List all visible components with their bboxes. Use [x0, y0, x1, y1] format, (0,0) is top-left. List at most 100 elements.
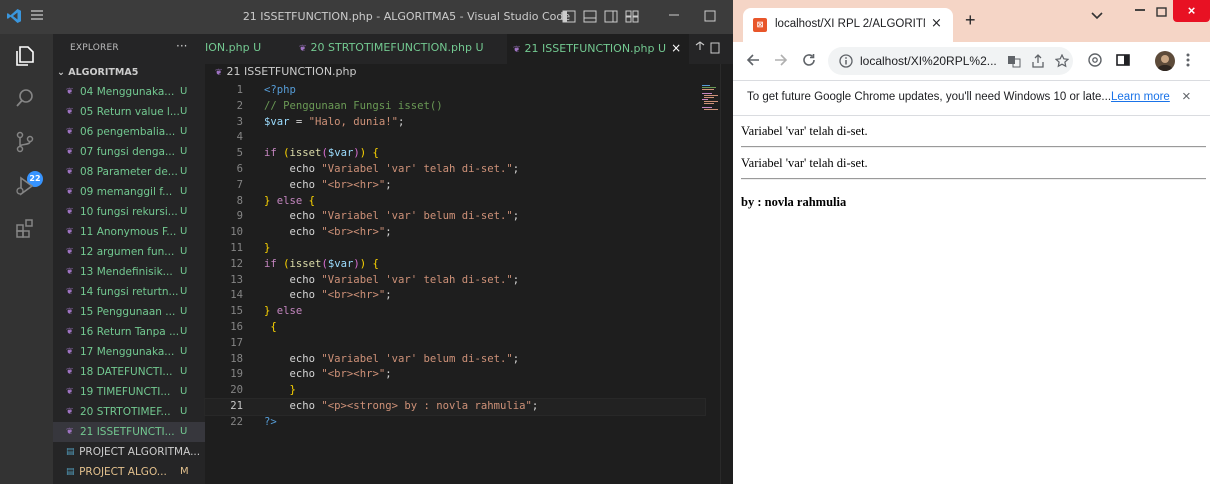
code-line: 5 if (isset($var)) {: [236, 147, 379, 160]
xampp-favicon-icon: ⊠: [753, 18, 767, 32]
php-file-icon: ❦: [215, 68, 223, 78]
code-line: 15} else: [230, 305, 303, 318]
maximize-icon[interactable]: [1156, 7, 1167, 17]
maximize-icon[interactable]: [704, 10, 716, 22]
code-line: 1 <?php: [236, 84, 296, 96]
chrome-window: ⊠ localhost/XI RPL 2/ALGORITMA5 × + × lo…: [733, 0, 1210, 484]
editor-scrollbar[interactable]: [720, 64, 733, 484]
address-bar[interactable]: localhost/XI%20RPL%2...: [828, 47, 1073, 75]
file-item[interactable]: ❦ 18 DATEFUNCTI... U: [53, 362, 205, 382]
explorer-header: EXPLORER: [70, 43, 119, 53]
file-item[interactable]: ❦ 09 memanggil f... U: [53, 182, 205, 202]
tab-19[interactable]: ION.php U: [199, 34, 287, 64]
explorer-icon[interactable]: [13, 44, 39, 70]
source-control-icon[interactable]: [13, 130, 39, 156]
file-item[interactable]: ❦ 06 pengembalia... U: [53, 122, 205, 142]
output-line: Variabel 'var' telah di-set.: [741, 124, 868, 138]
new-tab-button[interactable]: +: [965, 10, 976, 31]
share-icon[interactable]: [1031, 54, 1045, 68]
search-icon[interactable]: [13, 86, 39, 112]
profile-avatar[interactable]: [1155, 51, 1175, 71]
code-line: 12 if (isset($var)) {: [230, 257, 379, 270]
toggle-primary-sidebar-icon[interactable]: [562, 10, 576, 23]
workspace-folder[interactable]: ⌄ ALGORITMA5: [57, 67, 138, 78]
php-file-icon: ❦: [66, 187, 74, 197]
toggle-panel-icon[interactable]: [583, 10, 597, 23]
file-item[interactable]: ❦ 16 Return Tanpa ... U: [53, 322, 205, 342]
run-debug-icon[interactable]: [13, 174, 39, 200]
code-line: 17: [230, 336, 243, 349]
php-file-icon: ❦: [66, 307, 74, 317]
file-item[interactable]: ❦ 20 STRTOTIMEF... U: [53, 402, 205, 422]
code-line: 19 echo "<br><hr>";: [230, 368, 392, 381]
chrome-toolbar: localhost/XI%20RPL%2...: [733, 42, 1210, 80]
file-item[interactable]: ❦ 13 Mendefinisik... U: [53, 262, 205, 282]
minimize-icon[interactable]: [1134, 4, 1146, 14]
browser-tab[interactable]: ⊠ localhost/XI RPL 2/ALGORITMA5 ×: [743, 8, 953, 42]
close-tab-icon[interactable]: ×: [931, 16, 942, 31]
code-line: 6 echo "Variabel 'var' telah di-set.";: [236, 162, 520, 175]
tab-20[interactable]: ❦ 20 STRTOTIMEFUNCTION.php U: [293, 34, 505, 64]
file-item[interactable]: ❦ 19 TIMEFUNCTI... U: [53, 382, 205, 402]
code-line: 9 echo "Variabel 'var' belum di-set.";: [236, 210, 520, 223]
side-panel-icon[interactable]: [1115, 52, 1131, 68]
forward-arrow-icon[interactable]: [773, 52, 789, 68]
php-file-icon: ❦: [299, 44, 307, 54]
php-file-icon: ❦: [66, 267, 74, 277]
minimize-icon[interactable]: [668, 8, 680, 20]
code-line: 20 }: [230, 384, 296, 397]
site-info-icon[interactable]: [839, 54, 853, 68]
minimap[interactable]: [702, 83, 720, 123]
explorer-sidebar: EXPLORER ··· ⌄ ALGORITMA5 ❦ 04 Menggunaka…: [53, 34, 205, 484]
file-item[interactable]: ❦ 04 Menggunaka... U: [53, 82, 205, 102]
file-item[interactable]: ❦ 05 Return value l... U: [53, 102, 205, 122]
kebab-menu-icon[interactable]: [1185, 52, 1191, 68]
learn-more-link[interactable]: Learn more: [1111, 91, 1170, 103]
project-item[interactable]: ▤ PROJECT ALGO... M: [53, 462, 205, 482]
file-item-active[interactable]: ❦ 21 ISSETFUNCTI... U: [53, 422, 205, 442]
file-item[interactable]: ❦ 17 Menggunaka... U: [53, 342, 205, 362]
customize-layout-icon[interactable]: [625, 10, 639, 23]
reload-icon[interactable]: [801, 52, 817, 68]
translate-icon[interactable]: [1007, 54, 1021, 68]
file-item[interactable]: ❦ 07 fungsi denga... U: [53, 142, 205, 162]
back-arrow-icon[interactable]: [745, 52, 761, 68]
php-file-icon: ❦: [66, 407, 74, 417]
activity-bar: 22: [0, 34, 53, 484]
file-item[interactable]: ❦ 10 fungsi rekursi... U: [53, 202, 205, 222]
bookmark-star-icon[interactable]: [1055, 54, 1069, 68]
php-file-icon: ❦: [66, 147, 74, 157]
project-item[interactable]: ▤ PROJECT ALGORITMA...: [53, 442, 205, 462]
file-item[interactable]: ❦ 08 Parameter de... U: [53, 162, 205, 182]
php-file-icon: ❦: [66, 167, 74, 177]
update-infobar: To get future Google Chrome updates, you…: [733, 80, 1210, 116]
editor-tabs: ION.php U ❦ 20 STRTOTIMEFUNCTION.php U ❦ 2…: [205, 34, 733, 64]
infobar-close-icon[interactable]: ×: [1182, 88, 1191, 105]
tab-21-active[interactable]: ❦ 21 ISSETFUNCTION.php U ×: [507, 34, 689, 64]
close-tab-icon[interactable]: ×: [671, 41, 681, 55]
split-editor-icon[interactable]: [694, 41, 720, 55]
file-item[interactable]: ❦ 14 fungsi returtn... U: [53, 282, 205, 302]
extensions-puzzle-icon[interactable]: [1087, 52, 1103, 68]
php-file-icon: ❦: [66, 287, 74, 297]
code-line: 16 {: [230, 320, 277, 333]
code-line: 3 $var = "Halo, dunia!";: [236, 115, 405, 128]
toggle-secondary-sidebar-icon[interactable]: [604, 10, 618, 23]
code-line: 13 echo "Variabel 'var' telah di-set.";: [230, 273, 520, 286]
tab-search-chevron-icon[interactable]: [1091, 12, 1103, 20]
file-item[interactable]: ❦ 15 Penggunaan ... U: [53, 302, 205, 322]
vscode-titlebar: 21 ISSETFUNCTION.php - ALGORITMA5 - Visu…: [0, 0, 733, 34]
page-content: Variabel 'var' telah di-set. Variabel 'v…: [733, 117, 1210, 484]
output-line: Variabel 'var' telah di-set.: [741, 156, 868, 170]
explorer-more-actions[interactable]: ···: [176, 39, 187, 53]
code-line: 18 echo "Variabel 'var' belum di-set.";: [230, 352, 520, 365]
infobar-message: To get future Google Chrome updates, you…: [747, 91, 1170, 103]
file-item[interactable]: ❦ 11 Anonymous F... U: [53, 222, 205, 242]
window-close-button[interactable]: ×: [1173, 0, 1210, 22]
code-line: 4: [236, 131, 243, 144]
extensions-icon[interactable]: [13, 216, 39, 242]
code-editor[interactable]: 1 <?php 2// Penggunaan Fungsi isset() 3 $v…: [204, 83, 706, 431]
breadcrumb[interactable]: ❦ 21 ISSETFUNCTION.php: [215, 65, 357, 78]
file-item[interactable]: ❦ 12 argumen fun... U: [53, 242, 205, 262]
chevron-down-icon: ⌄: [57, 67, 69, 78]
